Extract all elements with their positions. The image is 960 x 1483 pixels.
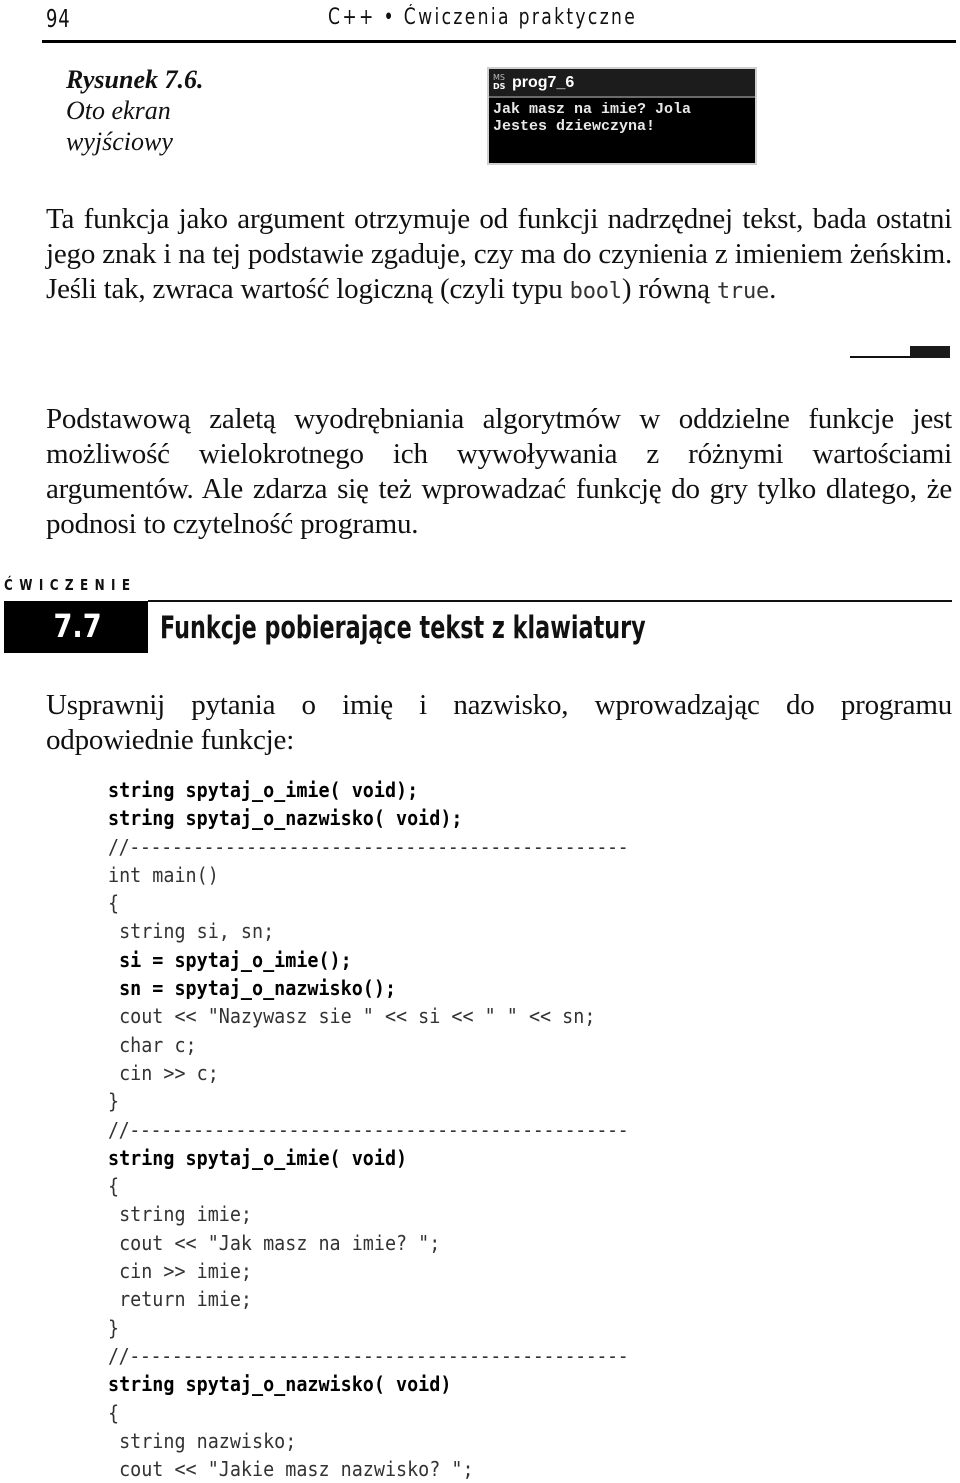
code-line: { xyxy=(108,1174,120,1199)
inline-code-true: true xyxy=(716,279,770,304)
exercise-title: Funkcje pobierające tekst z klawiatury xyxy=(160,610,646,646)
msdos-icon-top: MS xyxy=(493,72,505,82)
code-line: return imie; xyxy=(108,1287,253,1312)
section-end-mark xyxy=(850,346,950,358)
code-listing: string spytaj_o_imie( void); string spyta… xyxy=(108,776,674,1483)
code-line: cin >> imie; xyxy=(108,1259,253,1284)
msdos-icon: MS DS xyxy=(493,72,509,92)
code-line: cout << "Nazywasz sie " << si << " " << … xyxy=(108,1004,596,1029)
figure-caption-title: Rysunek 7.6. xyxy=(66,65,204,94)
exercise-rule xyxy=(148,600,952,602)
code-line: } xyxy=(108,1315,120,1340)
code-line: //--------------------------------------… xyxy=(108,1343,629,1368)
console-window-screenshot: MS DS prog7_6 Jak masz na imie? Jola Jes… xyxy=(487,67,757,165)
inline-code-bool: bool xyxy=(569,279,622,304)
code-line: string spytaj_o_nazwisko( void); xyxy=(108,806,463,831)
code-line: int main() xyxy=(108,862,219,887)
end-mark-line xyxy=(850,356,912,358)
end-mark-block xyxy=(910,346,950,358)
running-title: C++ • Ćwiczenia praktyczne xyxy=(328,5,638,30)
paragraph-exercise-task: Usprawnij pytania o imię i nazwisko, wpr… xyxy=(46,689,952,756)
code-line: { xyxy=(108,891,120,916)
msdos-icon-bottom: DS xyxy=(493,81,506,91)
paragraph-text: ) równą xyxy=(621,273,717,305)
console-title: prog7_6 xyxy=(512,73,575,91)
page-header: 94 C++ • Ćwiczenia praktyczne xyxy=(42,0,956,43)
code-line: cout << "Jak masz na imie? "; xyxy=(108,1230,441,1255)
paragraph-text: . xyxy=(769,273,777,305)
exercise-label: ĆWICZENIE xyxy=(4,576,137,594)
code-line: string spytaj_o_imie( void) xyxy=(108,1145,408,1170)
code-line: char c; xyxy=(108,1032,197,1057)
page-number: 94 xyxy=(46,4,71,33)
code-line: string spytaj_o_nazwisko( void) xyxy=(108,1372,452,1397)
figure-caption-line: Oto ekran xyxy=(66,96,171,125)
exercise-number: 7.7 xyxy=(53,607,102,645)
code-line: { xyxy=(108,1400,120,1425)
code-line: cin >> c; xyxy=(108,1060,219,1085)
console-titlebar: MS DS prog7_6 xyxy=(489,69,755,98)
code-line: string imie; xyxy=(108,1202,253,1227)
figure-caption: Rysunek 7.6. Oto ekran wyjściowy xyxy=(66,64,204,157)
code-line: } xyxy=(108,1089,120,1114)
code-line: si = spytaj_o_imie(); xyxy=(108,947,352,972)
code-line: string spytaj_o_imie( void); xyxy=(108,778,419,802)
exercise-number-box: 7.7 xyxy=(4,601,148,653)
paragraph-function-description: Ta funkcja jako argument otrzymuje od fu… xyxy=(46,202,952,309)
code-line: //--------------------------------------… xyxy=(108,834,629,859)
console-output-line: Jestes dziewczyna! xyxy=(493,118,656,135)
console-output: Jak masz na imie? Jola Jestes dziewczyna… xyxy=(489,98,755,135)
paragraph-text: Ta funkcja jako argument otrzymuje od fu… xyxy=(46,203,952,305)
code-line: string si, sn; xyxy=(108,919,275,944)
paragraph-advantages: Podstawową zaletą wyodrębniania algorytm… xyxy=(46,403,952,540)
figure-caption-line: wyjściowy xyxy=(66,127,173,156)
console-output-line: Jak masz na imie? Jola xyxy=(493,101,692,118)
code-line: string nazwisko; xyxy=(108,1428,297,1453)
code-line: sn = spytaj_o_nazwisko(); xyxy=(108,976,397,1001)
code-line: //--------------------------------------… xyxy=(108,1117,629,1142)
